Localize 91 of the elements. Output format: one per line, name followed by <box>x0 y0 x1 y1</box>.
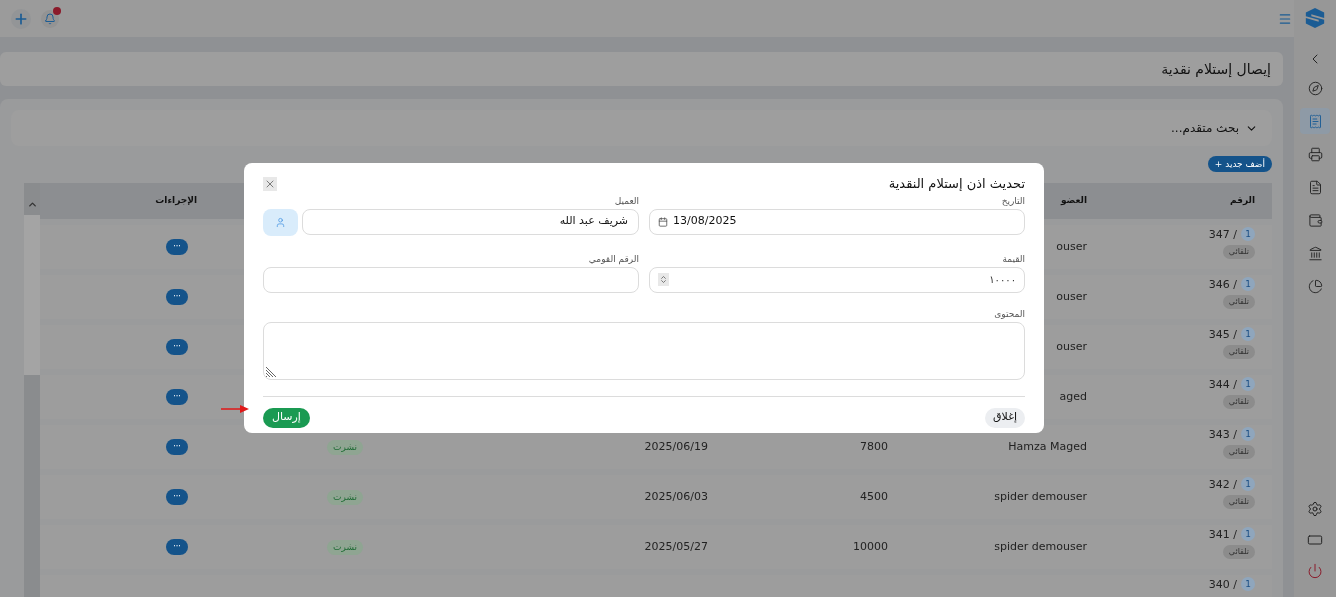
receipt-number: 346 / <box>1208 277 1237 291</box>
field-label: المحتوى <box>993 307 1025 320</box>
member-name: spider demouser <box>994 489 1087 503</box>
actions-button[interactable]: ··· <box>166 539 188 555</box>
printer-icon <box>1307 146 1323 162</box>
scrollbar-thumb[interactable] <box>24 215 40 375</box>
receipt-number: 345 / <box>1208 327 1237 341</box>
advanced-search-toggle[interactable]: بحث متقدم... <box>11 110 1272 146</box>
actions-button[interactable]: ··· <box>166 239 188 255</box>
receipt-number: 342 / <box>1208 477 1237 491</box>
submit-button[interactable]: إرسال <box>263 407 310 428</box>
date-value: 2025/06/03 <box>644 489 708 503</box>
add-button[interactable] <box>11 8 31 29</box>
pie-chart-icon <box>1307 278 1323 294</box>
close-button[interactable] <box>263 177 277 191</box>
source-tag: تلقائي <box>1222 495 1255 509</box>
source-tag: تلقائي <box>1222 345 1255 359</box>
count-badge: 1 <box>1241 327 1255 341</box>
close-icon <box>264 178 276 190</box>
receipt-number: 344 / <box>1208 377 1237 391</box>
count-badge: 1 <box>1241 477 1255 491</box>
date-value: 2025/05/27 <box>644 539 708 553</box>
amount-value: 4500 <box>860 489 888 503</box>
calendar-icon <box>658 216 668 227</box>
customer-field[interactable]: شريف عبد الله <box>302 208 639 235</box>
source-tag: تلقائي <box>1222 295 1255 309</box>
wallet-icon <box>1307 212 1323 228</box>
page-title: إيصال إستلام نقدية <box>1161 59 1271 79</box>
actions-button[interactable]: ··· <box>166 289 188 305</box>
actions-button[interactable]: ··· <box>166 439 188 455</box>
dialog-title: تحديث اذن إستلام النقدية <box>888 175 1025 193</box>
document-icon <box>1307 179 1323 195</box>
member-name: aged <box>1059 389 1087 403</box>
member-name: spider demouser <box>994 539 1087 553</box>
power-icon[interactable] <box>1307 563 1323 579</box>
scrollbar[interactable] <box>24 183 40 597</box>
status-tag: نشرت <box>327 439 363 455</box>
count-badge: 1 <box>1241 527 1255 541</box>
notifications-button[interactable] <box>41 9 59 28</box>
column-header: الرقم <box>1230 194 1256 208</box>
menu-icon[interactable] <box>1278 11 1292 26</box>
field-label: العميل <box>613 194 639 207</box>
spinner-icon[interactable] <box>659 275 668 284</box>
actions-button[interactable]: ··· <box>166 339 188 355</box>
source-tag: تلقائي <box>1222 395 1255 409</box>
source-tag: تلقائي <box>1222 245 1255 259</box>
bell-icon <box>44 12 56 25</box>
member-name: ouser <box>1056 289 1087 303</box>
compass-icon <box>1307 80 1323 96</box>
national-id-field[interactable] <box>263 266 639 293</box>
amount-field[interactable]: ١٠٠٠٠ <box>649 266 1025 293</box>
sidebar-item[interactable] <box>1300 108 1330 134</box>
field-label: التاريخ <box>1000 194 1025 207</box>
column-header: الإجراءات <box>155 194 197 208</box>
count-badge: 1 <box>1241 427 1255 441</box>
count-badge: 1 <box>1241 377 1255 391</box>
settings-icon[interactable] <box>1307 501 1323 517</box>
date-field[interactable]: 13/08/2025 <box>649 208 1025 235</box>
source-tag: تلقائي <box>1222 445 1255 459</box>
count-badge: 1 <box>1241 227 1255 241</box>
status-tag: نشرت <box>327 539 363 555</box>
member-name: ouser <box>1056 339 1087 353</box>
member-name: ouser <box>1056 239 1087 253</box>
pointer-arrow <box>221 405 249 413</box>
scroll-up-icon[interactable] <box>26 199 38 210</box>
field-label: الرقم القومي <box>587 252 639 265</box>
receipt-icon <box>1307 113 1323 129</box>
count-badge: 1 <box>1241 577 1255 591</box>
status-tag: نشرت <box>327 489 363 505</box>
date-value: 2025/06/19 <box>644 439 708 453</box>
amount-value: 10000 <box>853 539 888 553</box>
screen-icon[interactable] <box>1307 532 1323 548</box>
close-dialog-button[interactable]: إغلاق <box>985 407 1025 428</box>
field-label: القيمة <box>1001 252 1025 265</box>
receipt-number: 347 / <box>1208 227 1237 241</box>
receipt-number: 341 / <box>1208 527 1237 541</box>
column-header: العضو <box>1060 194 1088 208</box>
bank-icon <box>1307 245 1323 261</box>
source-tag: تلقائي <box>1222 545 1255 559</box>
count-badge: 1 <box>1241 277 1255 291</box>
member-name: Hamza Maged <box>1008 439 1087 453</box>
amount-value: 7800 <box>860 439 888 453</box>
actions-button[interactable]: ··· <box>166 489 188 505</box>
receipt-number: 340 / <box>1208 577 1237 591</box>
person-icon <box>275 216 286 228</box>
receipt-number: 343 / <box>1208 427 1237 441</box>
add-new-button[interactable]: أضف جديد + <box>1207 156 1272 172</box>
customer-picker-button[interactable] <box>263 208 298 236</box>
actions-button[interactable]: ··· <box>166 389 188 405</box>
logo-icon <box>1304 5 1326 31</box>
resize-handle-icon[interactable] <box>266 364 278 377</box>
